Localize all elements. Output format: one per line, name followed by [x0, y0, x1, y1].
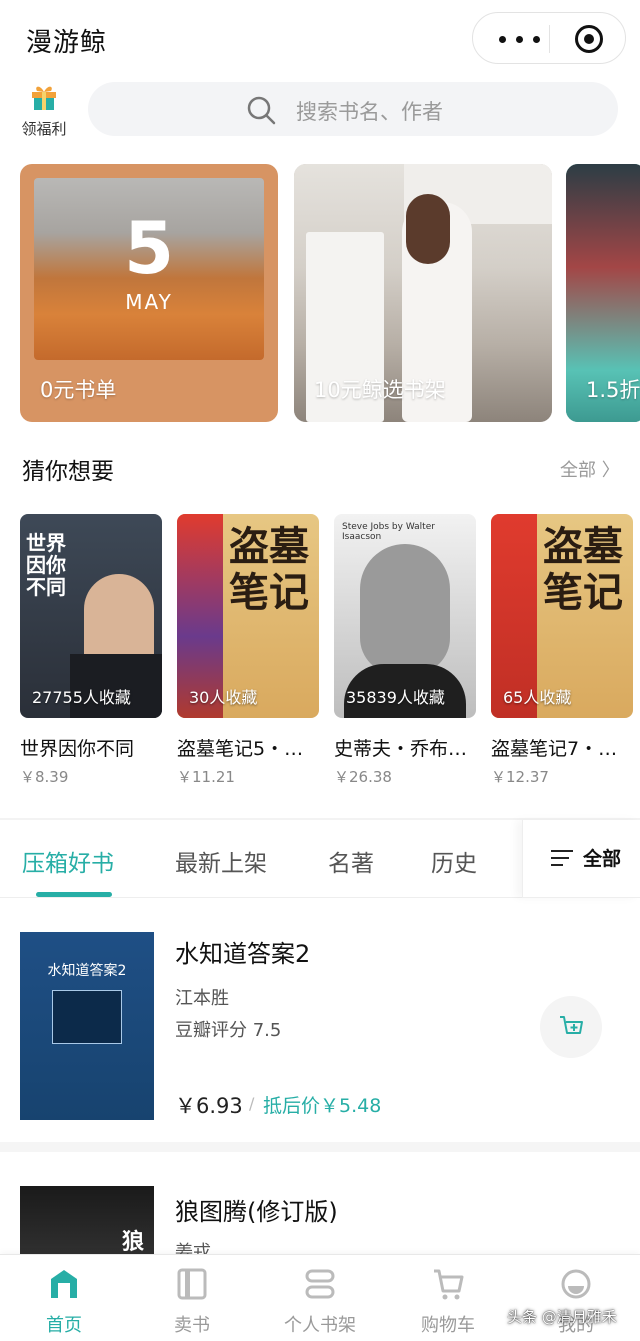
book-cover[interactable]: 盗墓笔记 30人收藏 [177, 514, 319, 718]
banner-day: 5 [123, 206, 175, 290]
nav-profile[interactable]: 我的 [512, 1255, 640, 1341]
gift-icon [32, 86, 56, 110]
tab-new-arrivals[interactable]: 最新上架 [175, 844, 267, 878]
nav-bookshelf[interactable]: 个人书架 [256, 1255, 384, 1341]
cover-title: 盗墓笔记 [229, 524, 309, 616]
banner-ten-yuan-shelf[interactable]: 10元鲸选书架 [294, 164, 552, 422]
favorite-count: 27755人收藏 [32, 688, 131, 707]
item-title: 水知道答案2 [175, 940, 311, 968]
tab-best-books[interactable]: 压箱好书 [22, 844, 114, 878]
favorite-count: 35839人收藏 [346, 688, 445, 707]
banner-label: 10元鲸选书架 [314, 378, 446, 402]
menu-icon [551, 850, 573, 866]
banner-label: 0元书单 [40, 378, 117, 402]
bottom-tab-bar: 首页 卖书 个人书架 购物车 我的 [0, 1254, 640, 1341]
banner-discount[interactable]: 1.5折 [566, 164, 640, 422]
profile-icon [561, 1269, 591, 1299]
all-categories-label: 全部 [583, 848, 622, 870]
home-icon [51, 1270, 77, 1298]
book-name[interactable]: 盗墓笔记7・… [491, 734, 631, 761]
guess-all-link[interactable]: 全部 〉 [560, 456, 620, 482]
book-price: ￥12.37 [491, 768, 549, 786]
add-cart-icon [560, 1016, 583, 1034]
banner-free-booklist[interactable]: 5 MAY 0元书单 [20, 164, 278, 422]
favorite-count: 30人收藏 [189, 688, 258, 707]
nav-label: 购物车 [421, 1315, 475, 1336]
guess-section-title: 猜你想要 [22, 459, 114, 485]
sell-book-icon [177, 1268, 207, 1300]
item-author: 江本胜 [175, 988, 229, 1009]
header: 漫游鲸 [0, 0, 640, 78]
close-target-icon[interactable] [575, 25, 603, 53]
cover-title: 水知道答案2 [47, 963, 127, 979]
price-separator: / [249, 1094, 255, 1113]
item-rating: 豆瓣评分 7.5 [175, 1020, 282, 1041]
more-icon[interactable] [493, 27, 547, 51]
book-price: ￥8.39 [20, 768, 69, 786]
nav-label: 个人书架 [284, 1315, 356, 1336]
active-tab-indicator [36, 892, 112, 897]
book-price: ￥26.38 [334, 768, 392, 786]
capsule-divider [549, 25, 550, 53]
book-cover[interactable]: Steve Jobs by Walter Isaacson 35839人收藏 [334, 514, 476, 718]
add-to-cart-button[interactable] [540, 996, 602, 1058]
tab-classics[interactable]: 名著 [328, 844, 374, 878]
banner-label: 1.5折 [586, 378, 640, 402]
mini-program-capsule [472, 12, 626, 64]
book-name[interactable]: 世界因你不同 [20, 734, 160, 761]
search-bar[interactable]: 搜索书名、作者 [88, 82, 618, 136]
hair-shape [406, 194, 450, 264]
book-cover[interactable]: 水知道答案2 [20, 932, 154, 1120]
search-icon [247, 96, 276, 125]
favorite-count: 65人收藏 [503, 688, 572, 707]
nav-cart[interactable]: 购物车 [384, 1255, 512, 1341]
list-item[interactable]: 水知道答案2 水知道答案2 江本胜 豆瓣评分 7.5 ￥6.93 / 抵后价￥5… [0, 898, 640, 1152]
list-item[interactable]: 狼图 狼图腾(修订版) 姜戎 [0, 1162, 640, 1286]
item-title: 狼图腾(修订版) [175, 1198, 338, 1226]
nav-label: 首页 [46, 1315, 82, 1336]
book-cover[interactable]: 世界因你不同 27755人收藏 [20, 514, 162, 718]
search-placeholder: 搜索书名、作者 [296, 100, 443, 124]
nav-home[interactable]: 首页 [0, 1255, 128, 1341]
category-tabs: 压箱好书 最新上架 名著 历史 全部 [0, 820, 640, 898]
cover-title: 盗墓笔记 [543, 524, 623, 616]
nav-label: 卖书 [174, 1315, 210, 1336]
book-name[interactable]: 史蒂夫・乔布… [334, 734, 474, 761]
snowflake-image [52, 990, 122, 1044]
cover-title: Steve Jobs by Walter Isaacson [342, 522, 435, 542]
book-cover[interactable]: 盗墓笔记 65人收藏 [491, 514, 633, 718]
book-name[interactable]: 盗墓笔记5・… [177, 734, 317, 761]
banner-month: MAY [125, 290, 173, 314]
bookshelf-icon [305, 1269, 335, 1299]
all-categories-button[interactable]: 全部 [522, 820, 640, 898]
cart-icon [434, 1269, 464, 1300]
portrait-shape [360, 544, 450, 674]
discounted-price: 抵后价￥5.48 [263, 1095, 382, 1117]
tab-history[interactable]: 历史 [431, 844, 477, 878]
app-title: 漫游鲸 [26, 28, 108, 58]
welfare-label: 领福利 [21, 120, 67, 138]
watermark-text: 头条 @清月雅禾 [507, 1308, 617, 1326]
book-price: ￥11.21 [177, 768, 235, 786]
welfare-button[interactable]: 领福利 [16, 84, 72, 140]
cover-title: 世界因你不同 [26, 531, 66, 599]
item-price: ￥6.93 [175, 1094, 243, 1118]
nav-sell-books[interactable]: 卖书 [128, 1255, 256, 1341]
